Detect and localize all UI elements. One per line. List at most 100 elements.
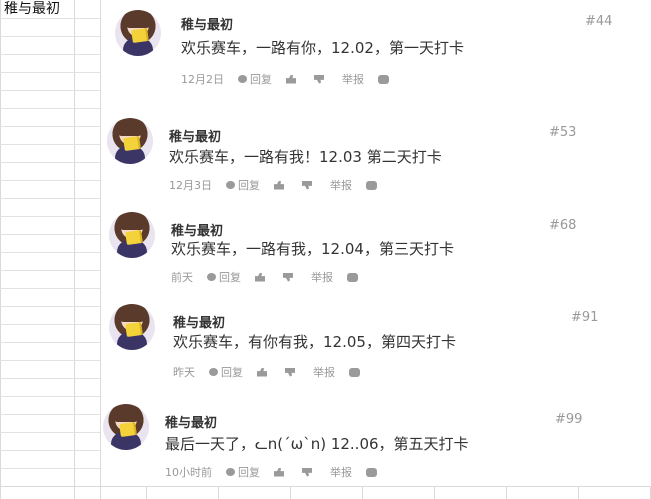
grid-col-line xyxy=(218,486,219,499)
grid-row-line xyxy=(0,108,100,109)
share-icon[interactable] xyxy=(349,367,360,377)
reply-icon[interactable] xyxy=(207,273,216,281)
user-avatar[interactable] xyxy=(115,10,161,56)
comment-text: 欢乐赛车，一路有你，12.02，第一天打卡 xyxy=(181,39,464,57)
grid-row-line xyxy=(0,432,100,433)
comment-time: 12月3日 xyxy=(169,179,212,192)
grid-col-line xyxy=(434,486,435,499)
reply-button[interactable]: 回复 xyxy=(238,177,260,193)
grid-col-line xyxy=(362,486,363,499)
username[interactable]: 稚与最初 xyxy=(165,412,217,431)
comment-time: 昨天 xyxy=(173,366,195,379)
thumbs-up-icon[interactable] xyxy=(255,272,265,282)
grid-row-line xyxy=(0,72,100,73)
report-button[interactable]: 举报 xyxy=(330,177,352,193)
grid-row-line xyxy=(0,252,100,253)
share-icon[interactable] xyxy=(366,180,377,190)
grid-row-line xyxy=(0,36,100,37)
reply-icon[interactable] xyxy=(226,181,235,189)
comment-card: 稚与最初 #44 欢乐赛车，一路有你，12.02，第一天打卡 12月2日 回复 … xyxy=(101,0,621,100)
grid-row-line xyxy=(0,414,100,415)
comment-meta: 12月2日 回复 举报 xyxy=(181,71,392,87)
grid-row-line xyxy=(0,162,100,163)
floor-number: #68 xyxy=(549,218,577,233)
reply-icon[interactable] xyxy=(209,368,218,376)
comment-card: 稚与最初 #53 欢乐赛车，一路有我！12.03 第二天打卡 12月3日 回复 … xyxy=(101,106,611,196)
reply-button[interactable]: 回复 xyxy=(250,71,272,87)
grid-row-line xyxy=(0,216,100,217)
user-avatar[interactable] xyxy=(109,304,155,350)
thumbs-down-icon[interactable] xyxy=(314,74,324,84)
cell-a1[interactable]: 稚与最初 xyxy=(2,1,62,18)
username[interactable]: 稚与最初 xyxy=(171,220,223,239)
grid-row-line xyxy=(0,270,100,271)
grid-col-line xyxy=(290,486,291,499)
grid-row-line xyxy=(0,90,100,91)
username[interactable]: 稚与最初 xyxy=(181,14,233,33)
thumbs-down-icon[interactable] xyxy=(283,272,293,282)
share-icon[interactable] xyxy=(347,272,358,282)
grid-row-line xyxy=(0,378,100,379)
floor-number: #44 xyxy=(585,14,613,29)
thumbs-down-icon[interactable] xyxy=(302,467,312,477)
thumbs-up-icon[interactable] xyxy=(274,467,284,477)
grid-row-line xyxy=(0,306,100,307)
report-button[interactable]: 举报 xyxy=(330,464,352,480)
report-button[interactable]: 举报 xyxy=(342,71,364,87)
grid-row-line xyxy=(0,234,100,235)
grid-row-line xyxy=(0,198,100,199)
username[interactable]: 稚与最初 xyxy=(169,126,221,145)
floor-number: #91 xyxy=(571,310,599,325)
grid-col-line xyxy=(506,486,507,499)
grid-row-line xyxy=(0,324,100,325)
thumbs-up-icon[interactable] xyxy=(274,180,284,190)
comment-meta: 12月3日 回复 举报 xyxy=(169,177,380,193)
comment-card: 稚与最初 #99 最后一天了，ᓚn(ˊωˋn) 12..06，第五天打卡 10小… xyxy=(101,394,611,484)
report-button[interactable]: 举报 xyxy=(313,364,335,380)
comment-card: 稚与最初 #68 欢乐赛车，一路有我，12.04，第三天打卡 前天 回复 举报 xyxy=(101,202,611,292)
grid-row-line xyxy=(0,126,100,127)
grid-row-line xyxy=(0,144,100,145)
report-button[interactable]: 举报 xyxy=(311,269,333,285)
share-icon[interactable] xyxy=(378,74,389,84)
reply-icon[interactable] xyxy=(238,75,247,83)
comment-meta: 前天 回复 举报 xyxy=(171,269,361,285)
comment-time: 10小时前 xyxy=(165,466,212,479)
grid-row-line xyxy=(0,486,651,487)
grid-row-line xyxy=(0,450,100,451)
grid-col-line xyxy=(146,486,147,499)
comment-meta: 昨天 回复 举报 xyxy=(173,364,363,380)
floor-number: #53 xyxy=(549,125,577,140)
thumbs-down-icon[interactable] xyxy=(285,367,295,377)
comment-text: 欢乐赛车，一路有我！12.03 第二天打卡 xyxy=(169,148,442,166)
thumbs-up-icon[interactable] xyxy=(286,74,296,84)
grid-row-line xyxy=(0,288,100,289)
share-icon[interactable] xyxy=(366,467,377,477)
comment-time: 12月2日 xyxy=(181,73,224,86)
grid-col-line xyxy=(0,0,1,499)
user-avatar[interactable] xyxy=(103,404,149,450)
thumbs-up-icon[interactable] xyxy=(257,367,267,377)
thumbs-down-icon[interactable] xyxy=(302,180,312,190)
comment-text: 欢乐赛车，有你有我，12.05，第四天打卡 xyxy=(173,333,456,351)
grid-row-line xyxy=(0,54,100,55)
comment-time: 前天 xyxy=(171,271,193,284)
floor-number: #99 xyxy=(555,412,583,427)
grid-row-line xyxy=(0,180,100,181)
reply-button[interactable]: 回复 xyxy=(219,269,241,285)
username[interactable]: 稚与最初 xyxy=(173,312,225,331)
comment-card: 稚与最初 #91 欢乐赛车，有你有我，12.05，第四天打卡 昨天 回复 举报 xyxy=(101,296,621,386)
grid-col-line xyxy=(74,0,75,499)
comment-text: 最后一天了，ᓚn(ˊωˋn) 12..06，第五天打卡 xyxy=(165,435,469,453)
reply-button[interactable]: 回复 xyxy=(221,364,243,380)
user-avatar[interactable] xyxy=(107,118,153,164)
reply-icon[interactable] xyxy=(226,468,235,476)
reply-button[interactable]: 回复 xyxy=(238,464,260,480)
grid-row-line xyxy=(0,360,100,361)
grid-row-line xyxy=(0,342,100,343)
user-avatar[interactable] xyxy=(109,212,155,258)
grid-row-line xyxy=(0,18,100,19)
comment-text: 欢乐赛车，一路有我，12.04，第三天打卡 xyxy=(171,240,454,258)
grid-row-line xyxy=(0,468,100,469)
grid-col-line xyxy=(578,486,579,499)
